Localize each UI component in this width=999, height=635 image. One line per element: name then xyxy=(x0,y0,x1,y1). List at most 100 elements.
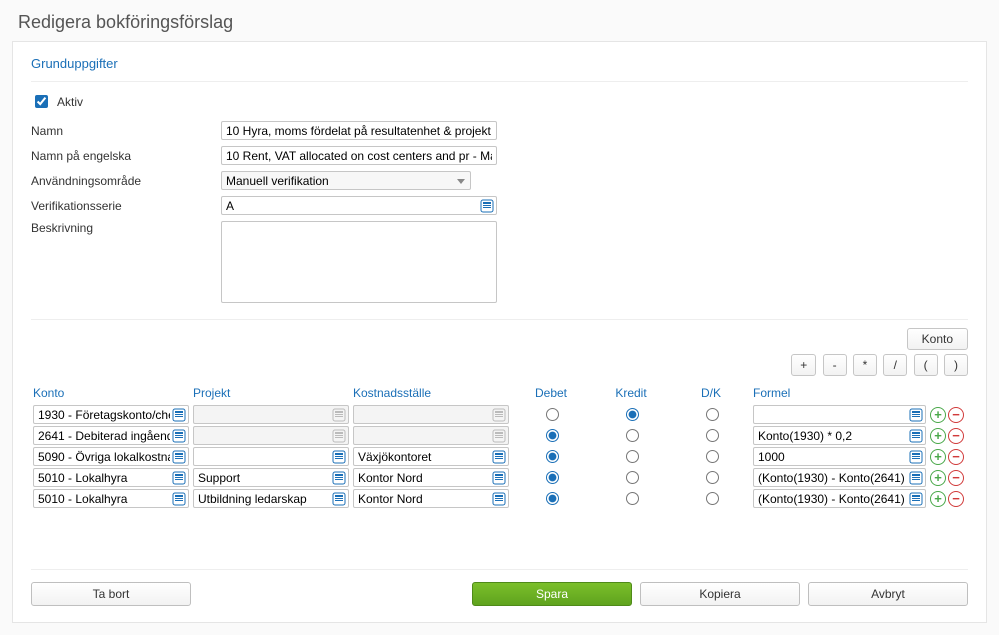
rows-table: Konto Projekt Kostnadsställe Debet Kredi… xyxy=(31,382,968,509)
kost-input[interactable] xyxy=(353,489,509,508)
formel-input[interactable] xyxy=(753,405,926,424)
page-title: Redigera bokföringsförslag xyxy=(0,0,999,41)
main-panel: Grunduppgifter Aktiv Namn Namn på engels… xyxy=(12,41,987,623)
active-label: Aktiv xyxy=(57,95,83,109)
lookup-icon[interactable] xyxy=(332,450,346,464)
konto-input[interactable] xyxy=(33,447,189,466)
cancel-button[interactable]: Avbryt xyxy=(808,582,968,606)
add-row-button[interactable]: + xyxy=(930,491,946,507)
active-checkbox[interactable] xyxy=(35,95,48,108)
dk-radio[interactable] xyxy=(706,492,719,505)
kredit-radio[interactable] xyxy=(626,471,639,484)
lookup-icon xyxy=(492,429,506,443)
lookup-icon[interactable] xyxy=(172,408,186,422)
op-mult-button[interactable]: * xyxy=(853,354,877,376)
formel-input[interactable] xyxy=(753,426,926,445)
add-row-button[interactable]: + xyxy=(930,407,946,423)
kost-input[interactable] xyxy=(353,447,509,466)
lookup-icon[interactable] xyxy=(909,471,923,485)
lookup-icon[interactable] xyxy=(492,450,506,464)
op-lparen-button[interactable]: ( xyxy=(914,354,938,376)
lookup-icon[interactable] xyxy=(332,471,346,485)
formel-input[interactable] xyxy=(753,468,926,487)
projekt-input[interactable] xyxy=(193,447,349,466)
lookup-icon[interactable] xyxy=(172,429,186,443)
debet-radio[interactable] xyxy=(546,492,559,505)
add-row-button[interactable]: + xyxy=(930,470,946,486)
desc-label: Beskrivning xyxy=(31,221,221,235)
op-plus-button[interactable]: + xyxy=(791,354,816,376)
lookup-icon xyxy=(492,408,506,422)
th-dk[interactable]: D/K xyxy=(671,382,751,404)
desc-textarea[interactable] xyxy=(221,221,497,303)
table-row: +− xyxy=(31,467,968,488)
lookup-icon[interactable] xyxy=(172,450,186,464)
projekt-input[interactable] xyxy=(193,489,349,508)
konto-input[interactable] xyxy=(33,426,189,445)
remove-row-button[interactable]: − xyxy=(948,491,964,507)
kost-input xyxy=(353,405,509,424)
series-label: Verifikationsserie xyxy=(31,199,221,213)
th-kost[interactable]: Kostnadsställe xyxy=(351,382,511,404)
copy-button[interactable]: Kopiera xyxy=(640,582,800,606)
th-kredit[interactable]: Kredit xyxy=(591,382,671,404)
series-input[interactable] xyxy=(221,196,497,215)
th-projekt[interactable]: Projekt xyxy=(191,382,351,404)
lookup-icon[interactable] xyxy=(492,471,506,485)
th-formel[interactable]: Formel xyxy=(751,382,928,404)
usage-select[interactable]: Manuell verifikation xyxy=(221,171,471,190)
table-row: +− xyxy=(31,425,968,446)
remove-row-button[interactable]: − xyxy=(948,428,964,444)
konto-input[interactable] xyxy=(33,468,189,487)
table-row: +− xyxy=(31,404,968,425)
dk-radio[interactable] xyxy=(706,471,719,484)
lookup-icon[interactable] xyxy=(909,408,923,422)
kost-input[interactable] xyxy=(353,468,509,487)
kredit-radio[interactable] xyxy=(626,450,639,463)
lookup-icon[interactable] xyxy=(332,492,346,506)
dk-radio[interactable] xyxy=(706,450,719,463)
kredit-radio[interactable] xyxy=(626,408,639,421)
debet-radio[interactable] xyxy=(546,429,559,442)
formel-input[interactable] xyxy=(753,447,926,466)
add-row-button[interactable]: + xyxy=(930,449,946,465)
lookup-icon[interactable] xyxy=(909,429,923,443)
usage-label: Användningsområde xyxy=(31,174,221,188)
lookup-icon[interactable] xyxy=(172,492,186,506)
op-rparen-button[interactable]: ) xyxy=(944,354,968,376)
konto-button[interactable]: Konto xyxy=(907,328,968,350)
name-en-input[interactable] xyxy=(221,146,497,165)
debet-radio[interactable] xyxy=(546,450,559,463)
lookup-icon[interactable] xyxy=(492,492,506,506)
konto-input[interactable] xyxy=(33,405,189,424)
name-input[interactable] xyxy=(221,121,497,140)
lookup-icon[interactable] xyxy=(909,492,923,506)
debet-radio[interactable] xyxy=(546,408,559,421)
divider xyxy=(31,319,968,320)
dk-radio[interactable] xyxy=(706,408,719,421)
lookup-icon[interactable] xyxy=(172,471,186,485)
remove-row-button[interactable]: − xyxy=(948,449,964,465)
name-en-label: Namn på engelska xyxy=(31,149,221,163)
konto-input[interactable] xyxy=(33,489,189,508)
remove-row-button[interactable]: − xyxy=(948,407,964,423)
formel-input[interactable] xyxy=(753,489,926,508)
th-debet[interactable]: Debet xyxy=(511,382,591,404)
dk-radio[interactable] xyxy=(706,429,719,442)
name-label: Namn xyxy=(31,124,221,138)
remove-row-button[interactable]: − xyxy=(948,470,964,486)
th-konto[interactable]: Konto xyxy=(31,382,191,404)
add-row-button[interactable]: + xyxy=(930,428,946,444)
kredit-radio[interactable] xyxy=(626,492,639,505)
kredit-radio[interactable] xyxy=(626,429,639,442)
section-basic-title: Grunduppgifter xyxy=(31,56,968,82)
projekt-input[interactable] xyxy=(193,468,349,487)
save-button[interactable]: Spara xyxy=(472,582,632,606)
lookup-icon xyxy=(332,429,346,443)
debet-radio[interactable] xyxy=(546,471,559,484)
lookup-icon[interactable] xyxy=(909,450,923,464)
op-div-button[interactable]: / xyxy=(883,354,907,376)
delete-button[interactable]: Ta bort xyxy=(31,582,191,606)
op-minus-button[interactable]: - xyxy=(823,354,847,376)
table-row: +− xyxy=(31,446,968,467)
